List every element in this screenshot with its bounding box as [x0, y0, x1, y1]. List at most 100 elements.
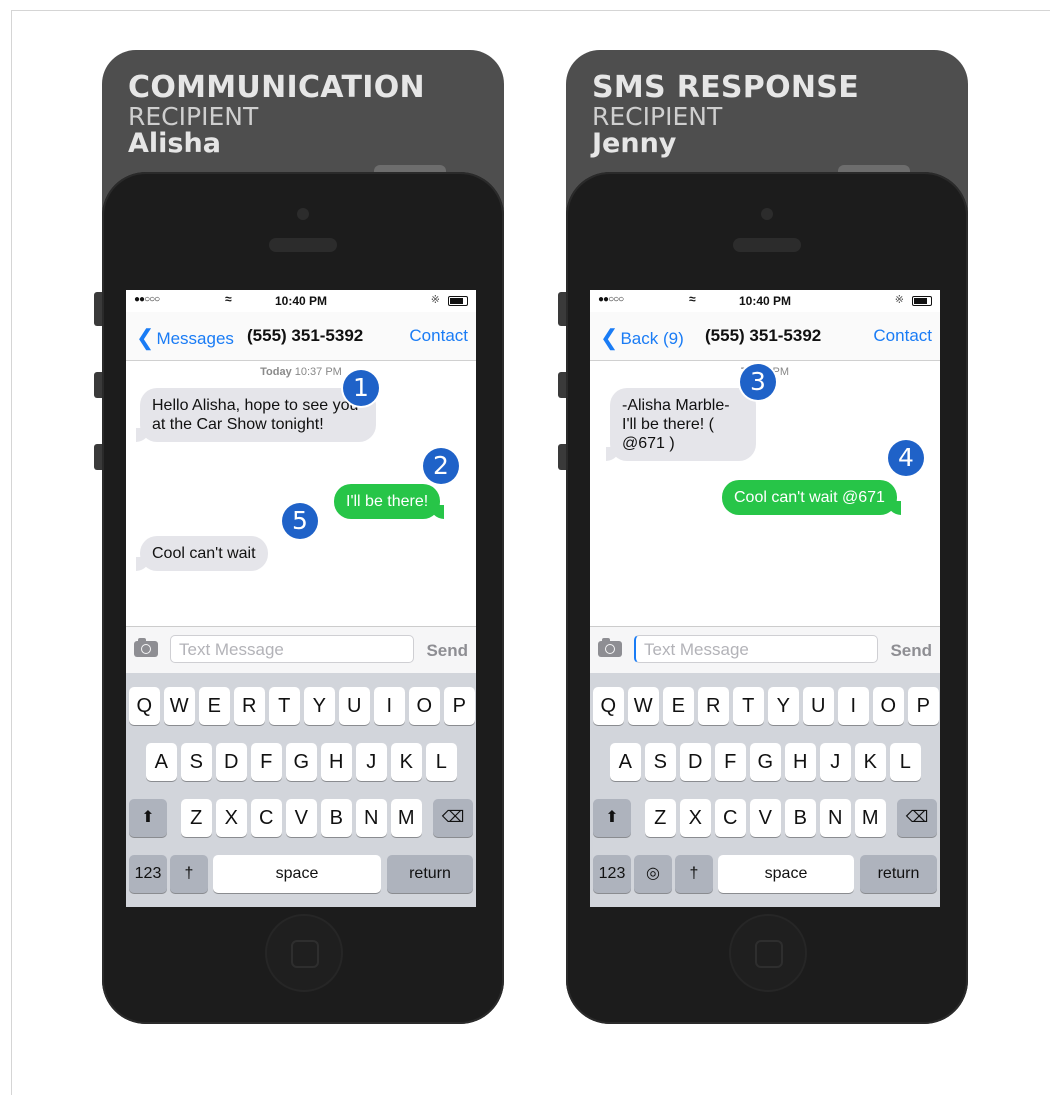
message-bubble-outgoing[interactable]: Cool can't wait @671 [722, 480, 901, 515]
card-heading: SMS RESPONSE [592, 70, 860, 105]
volume-up-button [558, 372, 566, 398]
key-h[interactable]: H [785, 743, 816, 781]
microphone-key[interactable]: † [675, 855, 713, 893]
message-bubble-outgoing[interactable]: I'll be there! [334, 484, 445, 519]
mute-switch [94, 292, 102, 326]
return-key[interactable]: return [387, 855, 473, 893]
key-w[interactable]: W [164, 687, 195, 725]
key-s[interactable]: S [181, 743, 212, 781]
status-bar: ●●○○○ ≈ 10:40 PM ※ [590, 290, 940, 312]
key-u[interactable]: U [339, 687, 370, 725]
key-d[interactable]: D [680, 743, 711, 781]
key-z[interactable]: Z [645, 799, 676, 837]
key-b[interactable]: B [321, 799, 352, 837]
send-button[interactable]: Send [426, 641, 468, 661]
card-recipient-name: Jenny [592, 128, 677, 159]
send-button[interactable]: Send [890, 641, 932, 661]
home-square-icon [291, 940, 319, 968]
message-bubble-incoming[interactable]: -Alisha Marble- I'll be there! ( @671 ) [606, 388, 756, 461]
key-g[interactable]: G [750, 743, 781, 781]
key-x[interactable]: X [680, 799, 711, 837]
message-bubble-incoming[interactable]: Cool can't wait [136, 536, 268, 571]
key-o[interactable]: O [409, 687, 440, 725]
home-button[interactable] [265, 914, 343, 992]
front-camera [297, 208, 309, 220]
key-u[interactable]: U [803, 687, 834, 725]
shift-key[interactable]: ⬆ [593, 799, 631, 837]
key-n[interactable]: N [356, 799, 387, 837]
numbers-key[interactable]: 123 [593, 855, 631, 893]
key-t[interactable]: T [269, 687, 300, 725]
key-j[interactable]: J [820, 743, 851, 781]
text-message-input[interactable]: Text Message [634, 635, 878, 663]
key-k[interactable]: K [855, 743, 886, 781]
back-button[interactable]: ❮ Messages [136, 324, 234, 350]
space-key[interactable]: space [213, 855, 381, 893]
key-v[interactable]: V [750, 799, 781, 837]
volume-down-button [558, 444, 566, 470]
microphone-key[interactable]: † [170, 855, 208, 893]
message-bubble-incoming[interactable]: Hello Alisha, hope to see you at the Car… [136, 388, 376, 442]
space-key[interactable]: space [718, 855, 854, 893]
backspace-key[interactable]: ⌫ [433, 799, 473, 837]
text-message-input[interactable]: Text Message [170, 635, 414, 663]
camera-icon[interactable] [134, 638, 158, 657]
key-j[interactable]: J [356, 743, 387, 781]
status-time: 10:40 PM [274, 294, 328, 308]
numbers-key[interactable]: 123 [129, 855, 167, 893]
bluetooth-icon: ※ [430, 294, 440, 306]
key-s[interactable]: S [645, 743, 676, 781]
key-v[interactable]: V [286, 799, 317, 837]
key-d[interactable]: D [216, 743, 247, 781]
key-l[interactable]: L [426, 743, 457, 781]
key-w[interactable]: W [628, 687, 659, 725]
key-e[interactable]: E [199, 687, 230, 725]
phone-screen: ●●○○○ ≈ 10:40 PM ※ ❮ Back (9) (555) 351-5… [590, 290, 940, 907]
key-b[interactable]: B [785, 799, 816, 837]
chevron-left-icon: ❮ [136, 325, 155, 350]
key-p[interactable]: P [444, 687, 475, 725]
contact-button[interactable]: Contact [873, 326, 932, 346]
backspace-key[interactable]: ⌫ [897, 799, 937, 837]
key-c[interactable]: C [715, 799, 746, 837]
phone-right: ●●○○○ ≈ 10:40 PM ※ ❮ Back (9) (555) 351-5… [566, 172, 968, 1024]
key-n[interactable]: N [820, 799, 851, 837]
globe-key[interactable]: ◎ [634, 855, 672, 893]
key-h[interactable]: H [321, 743, 352, 781]
key-a[interactable]: A [610, 743, 641, 781]
back-label: Back (9) [620, 329, 684, 348]
key-f[interactable]: F [251, 743, 282, 781]
key-f[interactable]: F [715, 743, 746, 781]
key-e[interactable]: E [663, 687, 694, 725]
key-x[interactable]: X [216, 799, 247, 837]
key-a[interactable]: A [146, 743, 177, 781]
key-o[interactable]: O [873, 687, 904, 725]
camera-icon[interactable] [598, 638, 622, 657]
key-m[interactable]: M [391, 799, 422, 837]
key-t[interactable]: T [733, 687, 764, 725]
key-i[interactable]: I [838, 687, 869, 725]
shift-key[interactable]: ⬆ [129, 799, 167, 837]
key-y[interactable]: Y [768, 687, 799, 725]
key-r[interactable]: R [234, 687, 265, 725]
front-camera [761, 208, 773, 220]
key-z[interactable]: Z [181, 799, 212, 837]
step-badge: 4 [888, 440, 924, 476]
key-i[interactable]: I [374, 687, 405, 725]
status-time: 10:40 PM [738, 294, 792, 308]
key-q[interactable]: Q [129, 687, 160, 725]
key-g[interactable]: G [286, 743, 317, 781]
key-r[interactable]: R [698, 687, 729, 725]
key-m[interactable]: M [855, 799, 886, 837]
key-y[interactable]: Y [304, 687, 335, 725]
compose-bar: Text Message Send [590, 626, 940, 673]
home-button[interactable] [729, 914, 807, 992]
return-key[interactable]: return [860, 855, 937, 893]
contact-button[interactable]: Contact [409, 326, 468, 346]
back-button[interactable]: ❮ Back (9) [600, 324, 684, 350]
key-c[interactable]: C [251, 799, 282, 837]
key-p[interactable]: P [908, 687, 939, 725]
key-q[interactable]: Q [593, 687, 624, 725]
key-k[interactable]: K [391, 743, 422, 781]
key-l[interactable]: L [890, 743, 921, 781]
